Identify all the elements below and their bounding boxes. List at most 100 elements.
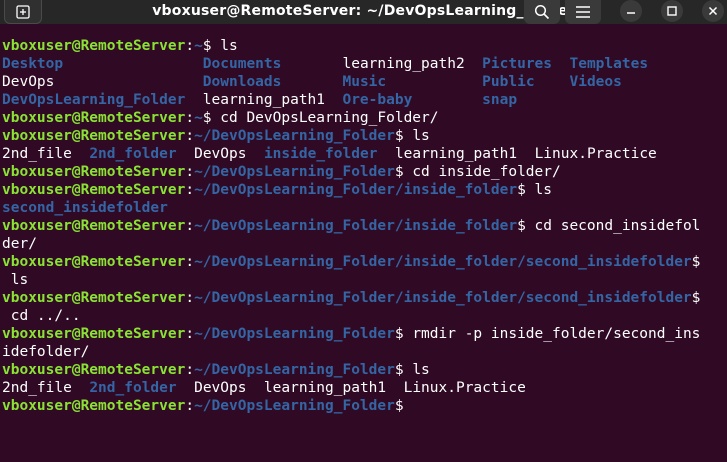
- prompt-path: ~: [194, 110, 203, 126]
- terminal-text: :: [185, 362, 195, 378]
- terminal-line: vboxuser@RemoteServer:~/DevOpsLearning_F…: [2, 325, 700, 343]
- prompt-path: ~: [194, 38, 203, 54]
- terminal-line: DevOpsLearning_Folder learning_path1 Ore…: [2, 91, 700, 109]
- terminal-text: $: [394, 398, 413, 414]
- terminal-text: :: [185, 398, 195, 414]
- terminal-text: 2nd_file: [2, 380, 90, 396]
- terminal-text: :: [185, 218, 195, 234]
- prompt-path: ~/DevOpsLearning_Folder/inside_folder/se…: [194, 290, 692, 306]
- terminal-text: :: [185, 164, 195, 180]
- terminal-output[interactable]: vboxuser@RemoteServer:~$ ls Desktop Docum…: [2, 37, 700, 415]
- search-button[interactable]: [524, 0, 560, 24]
- directory-name: Music: [342, 74, 387, 90]
- terminal-line: second_insidefolder: [2, 199, 700, 217]
- prompt-user-host: vboxuser@RemoteServer: [2, 362, 186, 378]
- prompt-path: ~/DevOpsLearning_Folder: [194, 128, 395, 144]
- directory-name: inside_folder: [263, 146, 378, 162]
- prompt-path: ~/DevOpsLearning_Folder/inside_folder/se…: [194, 254, 692, 270]
- terminal-text: $ cd second_insidefol: [517, 218, 701, 234]
- directory-name: 2nd_folder: [89, 146, 177, 162]
- terminal-line: ls: [2, 271, 700, 289]
- terminal-text: $ rmdir -p inside_folder/second_ins: [394, 326, 701, 342]
- directory-name: Public: [482, 74, 535, 90]
- terminal-text: :: [185, 38, 195, 54]
- prompt-user-host: vboxuser@RemoteServer: [2, 128, 186, 144]
- new-tab-button[interactable]: [4, 0, 42, 24]
- terminal-line: vboxuser@RemoteServer:~$ cd DevOpsLearni…: [2, 109, 700, 127]
- terminal-line: vboxuser@RemoteServer:~/DevOpsLearning_F…: [2, 397, 700, 415]
- terminal-line: vboxuser@RemoteServer:~/DevOpsLearning_F…: [2, 253, 700, 271]
- directory-name: DevOpsLearning_Folder: [2, 92, 186, 108]
- terminal-line: vboxuser@RemoteServer:~/DevOpsLearning_F…: [2, 127, 700, 145]
- prompt-path: ~/DevOpsLearning_Folder/inside_folder: [194, 182, 518, 198]
- terminal-text: 2nd_file: [2, 146, 90, 162]
- prompt-user-host: vboxuser@RemoteServer: [2, 182, 186, 198]
- directory-name: Pictures: [482, 56, 553, 72]
- terminal-line: cd ../..: [2, 307, 700, 325]
- directory-name: Templates: [569, 56, 649, 72]
- terminal-text: learning_path1: [185, 92, 343, 108]
- directory-name: Downloads: [202, 74, 282, 90]
- terminal-line: vboxuser@RemoteServer:~/DevOpsLearning_F…: [2, 163, 700, 181]
- prompt-user-host: vboxuser@RemoteServer: [2, 38, 186, 54]
- terminal-text: $ cd inside_folder/: [394, 164, 561, 180]
- directory-name: 2nd_folder: [89, 380, 177, 396]
- maximize-button[interactable]: [661, 0, 683, 22]
- prompt-path: ~/DevOpsLearning_Folder: [194, 164, 395, 180]
- terminal-text: :: [185, 326, 195, 342]
- terminal-text: :: [185, 290, 195, 306]
- terminal-text: :: [185, 182, 195, 198]
- terminal-line: vboxuser@RemoteServer:~/DevOpsLearning_F…: [2, 361, 700, 379]
- terminal-line: Desktop Documents learning_path2 Picture…: [2, 55, 700, 73]
- terminal-text: $: [691, 254, 701, 270]
- close-icon: [708, 6, 718, 16]
- terminal-text: der/: [2, 236, 37, 252]
- minimize-button[interactable]: [620, 0, 642, 22]
- directory-name: Videos: [569, 74, 622, 90]
- terminal-line: vboxuser@RemoteServer:~$ ls: [2, 37, 700, 55]
- terminal-text: idefolder/: [2, 344, 90, 360]
- terminal-text: $ cd DevOpsLearning_Folder/: [202, 110, 439, 126]
- prompt-user-host: vboxuser@RemoteServer: [2, 254, 186, 270]
- prompt-user-host: vboxuser@RemoteServer: [2, 326, 186, 342]
- prompt-user-host: vboxuser@RemoteServer: [2, 290, 186, 306]
- prompt-path: ~/DevOpsLearning_Folder: [194, 362, 395, 378]
- prompt-user-host: vboxuser@RemoteServer: [2, 218, 186, 234]
- terminal-line: idefolder/: [2, 343, 700, 361]
- terminal-line: 2nd_file 2nd_folder DevOps learning_path…: [2, 379, 700, 397]
- title-bar: vboxuser@RemoteServer: ~/DevOpsLearning_…: [0, 0, 727, 24]
- terminal-text: DevOps: [176, 146, 264, 162]
- terminal-text: $ ls: [517, 182, 552, 198]
- terminal-text: DevOps: [2, 74, 203, 90]
- terminal-text: :: [185, 128, 195, 144]
- terminal-text: $: [691, 290, 701, 306]
- terminal-line: 2nd_file 2nd_folder DevOps inside_folder…: [2, 145, 700, 163]
- directory-name: Documents: [202, 56, 282, 72]
- terminal-window: vboxuser@RemoteServer: ~/DevOpsLearning_…: [0, 0, 727, 462]
- directory-name: Ore-baby: [342, 92, 413, 108]
- terminal-line: vboxuser@RemoteServer:~/DevOpsLearning_F…: [2, 181, 700, 199]
- terminal-line: vboxuser@RemoteServer:~/DevOpsLearning_F…: [2, 289, 700, 307]
- prompt-path: ~/DevOpsLearning_Folder: [194, 398, 395, 414]
- prompt-user-host: vboxuser@RemoteServer: [2, 164, 186, 180]
- terminal-text: DevOps learning_path1 Linux.Practice: [176, 380, 526, 396]
- directory-name: Desktop: [2, 56, 64, 72]
- terminal-text: learning_path2: [281, 56, 483, 72]
- window-title: vboxuser@RemoteServer: ~/DevOpsLearning_…: [152, 3, 575, 19]
- menu-button[interactable]: [565, 0, 601, 24]
- terminal-text: cd ../..: [2, 308, 81, 324]
- directory-name: second_insidefolder: [2, 200, 168, 216]
- terminal-text: learning_path1 Linux.Practice: [377, 146, 657, 162]
- maximize-icon: [667, 6, 677, 16]
- hamburger-menu-icon: [576, 6, 590, 18]
- directory-name: snap: [482, 92, 518, 108]
- prompt-user-host: vboxuser@RemoteServer: [2, 110, 186, 126]
- terminal-text: :: [185, 110, 195, 126]
- close-button[interactable]: [702, 0, 724, 22]
- terminal-text: ls: [2, 272, 29, 288]
